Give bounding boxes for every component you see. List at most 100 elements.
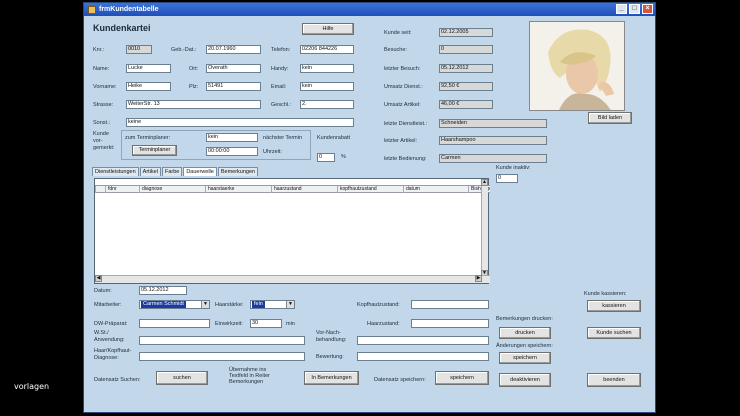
- title-bar: frmKundentabelle _ □ ×: [84, 3, 655, 16]
- einwirkzeit-label: Einwirkzeit:: [215, 321, 243, 327]
- vor-nach-field[interactable]: [357, 336, 489, 345]
- strasse-field[interactable]: WeiterStr. 13: [126, 100, 261, 109]
- application-window: frmKundentabelle _ □ × Kundenkartei Hilf…: [83, 2, 656, 413]
- ort-field[interactable]: Overath: [206, 64, 261, 73]
- tab-farbe[interactable]: Farbe: [161, 167, 183, 176]
- haarstaerke-dropdown[interactable]: fein ▼: [250, 300, 295, 309]
- tab-dienstleistungen[interactable]: Dienstleistungen: [92, 167, 139, 176]
- email-field[interactable]: kein: [300, 82, 354, 91]
- geb-field[interactable]: 20.07.1960: [206, 45, 261, 54]
- horizontal-scrollbar[interactable]: ◀ ▶: [95, 275, 490, 283]
- sonst-field[interactable]: keine: [126, 118, 354, 127]
- dauerwelle-table[interactable]: fdnr diagnose haarstaerke haarzustand ko…: [94, 178, 490, 284]
- column-header-diagnose[interactable]: diagnose: [139, 186, 205, 193]
- letzte-bedienung-label: letzte Bedienung:: [384, 156, 427, 162]
- umsatz-dienst-label: Umsatz Dienst.:: [384, 84, 423, 90]
- einwirkzeit-field[interactable]: 30: [250, 319, 282, 328]
- bild-laden-button[interactable]: Bild laden: [588, 112, 632, 124]
- column-header-kopfhautzustand[interactable]: kopfhautzustand: [337, 186, 403, 193]
- bemerkungen-drucken-label: Bemerkungen drucken:: [496, 316, 553, 322]
- letzte-dienstleist-label: letzte Dienstleist.:: [384, 121, 428, 127]
- kundenrabatt-field[interactable]: 0: [317, 153, 335, 162]
- aenderungen-speichern-button[interactable]: speichern: [499, 352, 551, 364]
- column-header-haarstaerke[interactable]: haarstaerke: [205, 186, 271, 193]
- telefon-field[interactable]: 02206 844226: [300, 45, 354, 54]
- haar-kopfhaut-label: Haar/Kopfhaut-Diagnose:: [94, 348, 132, 361]
- aenderungen-speichern-label: Änderungen speichern:: [496, 343, 553, 349]
- minimize-button[interactable]: _: [616, 4, 627, 14]
- sonst-label: Sonst.:: [93, 120, 111, 126]
- haarstaerke-label: Haarstärke:: [215, 302, 244, 308]
- scroll-up-arrow-icon[interactable]: ▲: [481, 179, 488, 186]
- letzter-besuch-field: 05.12.2012: [439, 64, 493, 73]
- haarstaerke-selected: fein: [252, 301, 265, 308]
- name-field[interactable]: Lucke: [126, 64, 171, 73]
- row-selector-header: [95, 186, 105, 193]
- haarzustand-label: Haarzustand:: [367, 321, 400, 327]
- suchen-button[interactable]: suchen: [156, 371, 208, 385]
- datensatz-speichern-label: Datensatz speichern:: [374, 377, 426, 383]
- uebernahme-label: Übernahme ins Textfeld in Reiter Bemerku…: [229, 367, 270, 385]
- kassieren-button[interactable]: kassieren: [587, 300, 641, 312]
- termin-field[interactable]: kein: [206, 133, 258, 142]
- umsatz-dienst-field: 92,50 €: [439, 82, 493, 91]
- letzter-artikel-label: letzter Artikel:: [384, 138, 418, 144]
- tab-dauerwelle[interactable]: Dauerwelle: [183, 167, 217, 176]
- deaktivieren-button[interactable]: deaktivieren: [499, 373, 551, 387]
- geschl-field[interactable]: 2.: [300, 100, 354, 109]
- in-bemerkungen-button[interactable]: In Bemerkungen: [304, 371, 359, 385]
- plz-label: Plz:: [189, 84, 199, 90]
- column-header-fdnr[interactable]: fdnr: [105, 186, 139, 193]
- min-label: min: [286, 321, 295, 327]
- tab-bemerkungen[interactable]: Bemerkungen: [217, 167, 259, 176]
- haar-kopfhaut-field[interactable]: [139, 352, 305, 361]
- knr-label: Knr.:: [93, 47, 105, 53]
- handy-label: Handy:: [271, 66, 289, 72]
- scroll-left-arrow-icon[interactable]: ◀: [95, 275, 102, 282]
- naechster-termin-label: nächster Termin: [263, 135, 303, 141]
- mitarbeiter-label: Mitarbeiter:: [94, 302, 122, 308]
- drucken-button[interactable]: drucken: [499, 327, 551, 339]
- geb-label: Geb.-Dat.:: [171, 47, 197, 53]
- terminplaner-button[interactable]: Terminplaner: [132, 145, 177, 156]
- chevron-down-icon: ▼: [286, 301, 294, 308]
- email-label: Email:: [271, 84, 287, 90]
- percent-label: %: [341, 154, 346, 160]
- knr-field[interactable]: 0010: [126, 45, 152, 54]
- column-header-haarzustand[interactable]: haarzustand: [271, 186, 337, 193]
- datum-field[interactable]: 05.12.2012: [139, 286, 187, 295]
- mitarbeiter-dropdown[interactable]: Carmen Schmidt ▼: [139, 300, 210, 309]
- tab-artikel[interactable]: Artikel: [139, 167, 161, 176]
- page-title: Kundenkartei: [93, 23, 151, 33]
- scroll-right-arrow-icon[interactable]: ▶: [475, 275, 482, 282]
- kunde-suchen-button[interactable]: Kunde suchen: [587, 327, 641, 339]
- chevron-down-icon: ▼: [201, 301, 209, 308]
- kunde-inaktiv-field[interactable]: 0: [496, 174, 518, 183]
- besuche-field: 0: [439, 45, 493, 54]
- vorname-field[interactable]: Heike: [126, 82, 171, 91]
- watermark-text: vorlagen: [14, 382, 50, 391]
- table-header: fdnr diagnose haarstaerke haarzustand ko…: [95, 185, 490, 193]
- datum-label: Datum:: [94, 288, 112, 294]
- vertical-scrollbar[interactable]: ▲ ▼: [481, 179, 488, 277]
- bewertung-label: Bewertung:: [316, 354, 344, 360]
- beenden-button[interactable]: beenden: [587, 373, 641, 387]
- customer-photo: [529, 21, 625, 111]
- letzter-artikel-field: Haarshampoo: [439, 136, 547, 145]
- bewertung-field[interactable]: [357, 352, 489, 361]
- plz-field[interactable]: 51491: [206, 82, 261, 91]
- dw-praeparat-field[interactable]: [139, 319, 210, 328]
- hilfe-button[interactable]: Hilfe: [302, 23, 354, 35]
- letzte-dienstleist-field: Schneiden: [439, 119, 547, 128]
- speichern-datensatz-button[interactable]: speichern: [435, 371, 489, 385]
- close-button[interactable]: ×: [642, 4, 653, 14]
- anwendung-field[interactable]: [139, 336, 305, 345]
- handy-field[interactable]: kein: [300, 64, 354, 73]
- uhrzeit-field[interactable]: 00:00:00: [206, 147, 258, 156]
- kopfhautzustand-field[interactable]: [411, 300, 489, 309]
- column-header-datum[interactable]: datum: [403, 186, 468, 193]
- haarzustand-field[interactable]: [411, 319, 489, 328]
- maximize-button[interactable]: □: [629, 4, 640, 14]
- kopfhautzustand-label: Kopfhautzustand:: [357, 302, 400, 308]
- datensatz-suchen-label: Datensatz Suchen:: [94, 377, 141, 383]
